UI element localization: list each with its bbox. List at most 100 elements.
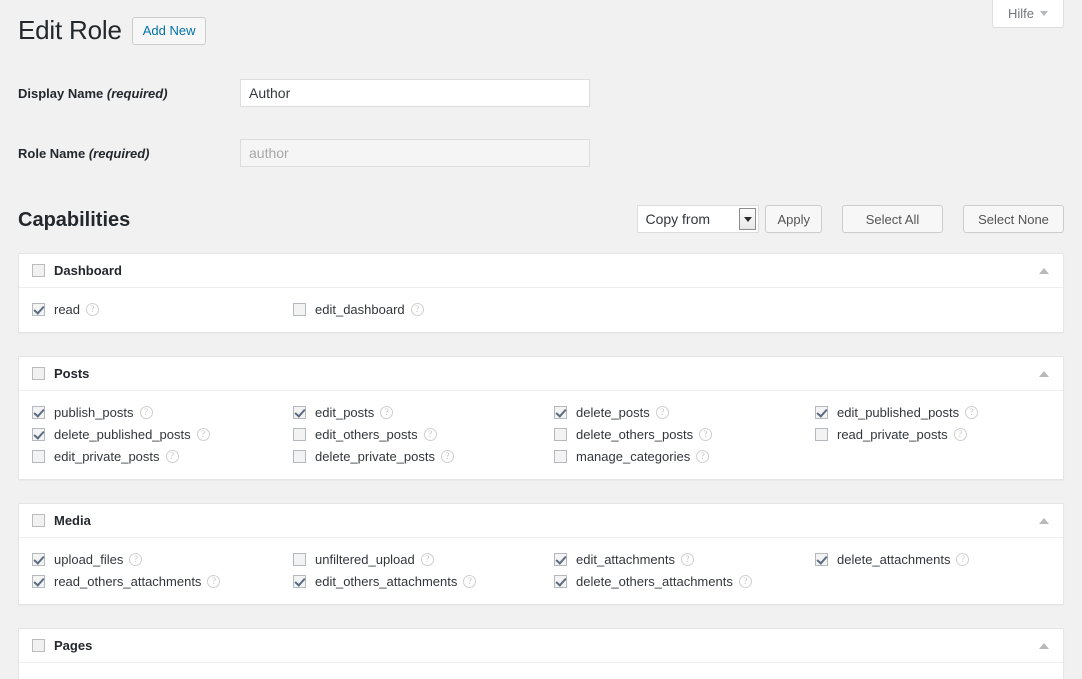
help-circle-icon[interactable]: ?	[140, 406, 153, 419]
help-circle-icon[interactable]: ?	[699, 428, 712, 441]
help-circle-icon[interactable]: ?	[86, 303, 99, 316]
capability-checkbox-edit_posts[interactable]	[293, 406, 306, 419]
help-circle-icon[interactable]: ?	[411, 303, 424, 316]
capability-item: manage_categories?	[554, 445, 802, 467]
capability-checkbox-read[interactable]	[32, 303, 45, 316]
help-circle-icon[interactable]: ?	[207, 575, 220, 588]
select-all-button[interactable]: Select All	[842, 205, 943, 233]
capability-checkbox-edit_private_posts[interactable]	[32, 450, 45, 463]
capability-column: delete_attachments?	[802, 548, 1063, 592]
capability-checkbox-delete_published_posts[interactable]	[32, 428, 45, 441]
capability-item: unfiltered_upload?	[293, 548, 541, 570]
capability-checkbox-unfiltered_upload[interactable]	[293, 553, 306, 566]
section-header-posts[interactable]: Posts	[19, 357, 1063, 391]
capability-label: edit_dashboard	[315, 302, 405, 317]
help-circle-icon[interactable]: ?	[380, 406, 393, 419]
capability-label: upload_files	[54, 552, 123, 567]
section-collapse-toggle-icon[interactable]	[1039, 643, 1049, 649]
capability-checkbox-manage_categories[interactable]	[554, 450, 567, 463]
copy-from-select[interactable]: Copy from	[637, 205, 759, 233]
add-new-button[interactable]: Add New	[132, 17, 207, 46]
capability-label: delete_attachments	[837, 552, 950, 567]
capability-column	[541, 298, 802, 320]
capability-item: edit_private_posts?	[32, 445, 280, 467]
capability-label: edit_posts	[315, 405, 374, 420]
capability-checkbox-publish_posts[interactable]	[32, 406, 45, 419]
capabilities-toolbar: Copy from Apply Select All Select None	[637, 205, 1064, 233]
capability-item: edit_dashboard?	[293, 298, 541, 320]
help-circle-icon[interactable]: ?	[424, 428, 437, 441]
capabilities-title: Capabilities	[18, 205, 130, 235]
capability-checkbox-edit_published_posts[interactable]	[815, 406, 828, 419]
capability-label: edit_others_attachments	[315, 574, 457, 589]
help-circle-icon[interactable]: ?	[129, 553, 142, 566]
role-name-label: Role Name (required)	[18, 146, 240, 161]
admin-page: Hilfe Edit Role Add New Display Name (re…	[0, 0, 1082, 679]
section-header-media[interactable]: Media	[19, 504, 1063, 538]
apply-button[interactable]: Apply	[765, 205, 822, 233]
section-header-label: Pages	[54, 638, 92, 653]
capability-column: edit_published_posts?read_private_posts?	[802, 401, 1063, 467]
help-circle-icon[interactable]: ?	[681, 553, 694, 566]
capability-item: edit_attachments?	[554, 548, 802, 570]
capability-checkbox-read_private_posts[interactable]	[815, 428, 828, 441]
copy-from-selected-value: Copy from	[638, 211, 710, 227]
role-name-input[interactable]	[240, 139, 590, 167]
display-name-input[interactable]	[240, 79, 590, 107]
section-group-checkbox[interactable]	[32, 264, 45, 277]
help-circle-icon[interactable]: ?	[954, 428, 967, 441]
section-collapse-toggle-icon[interactable]	[1039, 371, 1049, 377]
capability-item: delete_attachments?	[815, 548, 1063, 570]
capability-item: publish_posts?	[32, 401, 280, 423]
capability-checkbox-delete_private_posts[interactable]	[293, 450, 306, 463]
capability-section-dashboard: Dashboardread?edit_dashboard?	[18, 253, 1064, 333]
capability-checkbox-delete_others_attachments[interactable]	[554, 575, 567, 588]
capability-label: edit_published_posts	[837, 405, 959, 420]
help-tab-button[interactable]: Hilfe	[992, 0, 1064, 28]
capability-grid: upload_files?read_others_attachments?unf…	[19, 548, 1063, 592]
section-header-dashboard[interactable]: Dashboard	[19, 254, 1063, 288]
capability-checkbox-upload_files[interactable]	[32, 553, 45, 566]
capability-column: read?	[19, 298, 280, 320]
capability-label: delete_published_posts	[54, 427, 191, 442]
help-circle-icon[interactable]: ?	[197, 428, 210, 441]
capability-section-media: Media upload_files? read_others_attachment…	[18, 503, 1064, 605]
display-name-label: Display Name (required)	[18, 86, 240, 101]
capability-item: edit_posts?	[293, 401, 541, 423]
help-circle-icon[interactable]: ?	[421, 553, 434, 566]
section-group-checkbox[interactable]	[32, 639, 45, 652]
display-name-label-text: Display Name	[18, 86, 103, 101]
role-name-required-note: (required)	[89, 146, 150, 161]
capability-item: edit_others_posts?	[293, 423, 541, 445]
section-collapse-toggle-icon[interactable]	[1039, 518, 1049, 524]
select-dropdown-arrow-icon[interactable]	[739, 208, 756, 230]
section-group-checkbox[interactable]	[32, 514, 45, 527]
capability-checkbox-delete_posts[interactable]	[554, 406, 567, 419]
section-body	[19, 663, 1063, 679]
help-tab-label: Hilfe	[1008, 6, 1034, 21]
capability-checkbox-edit_dashboard[interactable]	[293, 303, 306, 316]
section-collapse-toggle-icon[interactable]	[1039, 268, 1049, 274]
section-group-checkbox[interactable]	[32, 367, 45, 380]
capability-checkbox-read_others_attachments[interactable]	[32, 575, 45, 588]
capability-checkbox-delete_others_posts[interactable]	[554, 428, 567, 441]
chevron-down-icon	[1040, 11, 1048, 16]
capability-label: read_others_attachments	[54, 574, 201, 589]
capability-checkbox-edit_others_posts[interactable]	[293, 428, 306, 441]
capability-column: unfiltered_upload? edit_others_attachment…	[280, 548, 541, 592]
capability-label: read	[54, 302, 80, 317]
section-header-pages[interactable]: Pages	[19, 629, 1063, 663]
capability-checkbox-edit_others_attachments[interactable]	[293, 575, 306, 588]
select-none-button[interactable]: Select None	[963, 205, 1064, 233]
help-circle-icon[interactable]: ?	[965, 406, 978, 419]
capability-checkbox-delete_attachments[interactable]	[815, 553, 828, 566]
help-circle-icon[interactable]: ?	[166, 450, 179, 463]
help-circle-icon[interactable]: ?	[956, 553, 969, 566]
help-circle-icon[interactable]: ?	[739, 575, 752, 588]
help-circle-icon[interactable]: ?	[441, 450, 454, 463]
help-circle-icon[interactable]: ?	[463, 575, 476, 588]
help-circle-icon[interactable]: ?	[656, 406, 669, 419]
capability-checkbox-edit_attachments[interactable]	[554, 553, 567, 566]
help-circle-icon[interactable]: ?	[696, 450, 709, 463]
display-name-required-note: (required)	[107, 86, 168, 101]
